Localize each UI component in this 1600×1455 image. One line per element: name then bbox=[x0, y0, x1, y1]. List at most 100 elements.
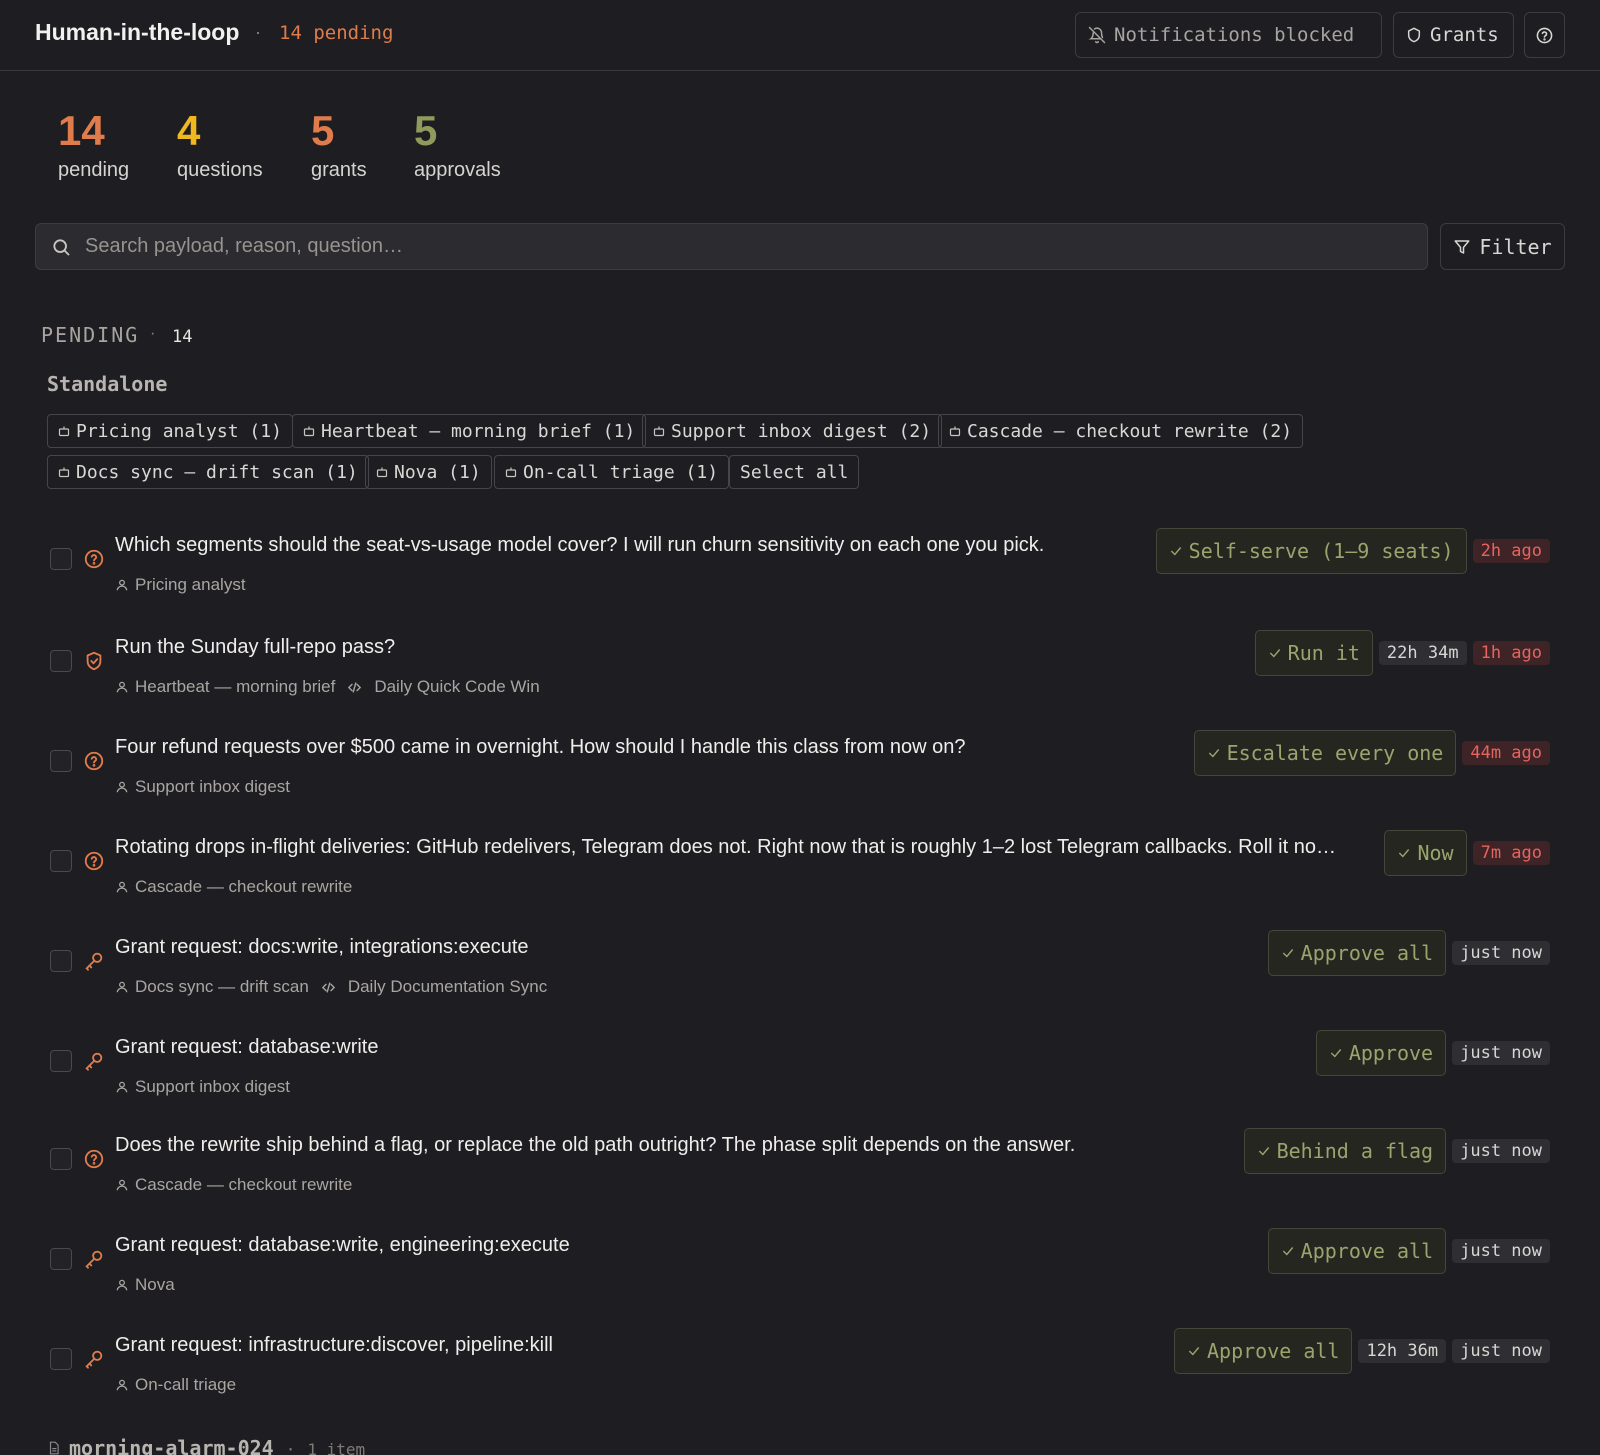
user-icon bbox=[116, 681, 128, 693]
check-icon bbox=[1282, 1247, 1293, 1256]
stat-value: 5 bbox=[414, 107, 438, 154]
item-checkbox[interactable] bbox=[50, 1248, 72, 1270]
search-box bbox=[35, 223, 1428, 270]
chip-nova[interactable]: Nova (1) bbox=[365, 455, 492, 489]
filter-button[interactable]: Filter bbox=[1440, 223, 1565, 270]
stat-value: 5 bbox=[311, 107, 335, 154]
stat-label: approvals bbox=[414, 159, 501, 181]
bot-icon bbox=[376, 467, 388, 478]
age-badge: just now bbox=[1452, 1339, 1550, 1363]
item-actions: Approve all just now bbox=[1267, 1228, 1550, 1274]
notifications-blocked-button[interactable]: Notifications blocked bbox=[1075, 12, 1382, 58]
action-label: Approve all bbox=[1300, 1239, 1434, 1263]
grants-button[interactable]: Grants bbox=[1393, 12, 1514, 58]
item-actions: Now 7m ago bbox=[1384, 830, 1550, 876]
stat-grants: 5 grants bbox=[311, 106, 367, 182]
item-checkbox[interactable] bbox=[50, 950, 72, 972]
item-actions: Self-serve (1–9 seats) 2h ago bbox=[1155, 528, 1550, 574]
item-checkbox[interactable] bbox=[50, 1050, 72, 1072]
approve-all-button[interactable]: Approve all bbox=[1267, 930, 1447, 976]
group-name: morning-alarm-024 bbox=[69, 1436, 274, 1455]
search-icon bbox=[53, 238, 70, 255]
timer-badge: 12h 36m bbox=[1358, 1339, 1447, 1363]
item-agent: Nova bbox=[135, 1275, 175, 1294]
chip-label: Cascade — checkout rewrite (2) bbox=[967, 420, 1293, 442]
chip-support-inbox[interactable]: Support inbox digest (2) bbox=[642, 414, 943, 448]
question-icon bbox=[84, 549, 104, 569]
list-item: Four refund requests over $500 came in o… bbox=[40, 718, 1560, 818]
quick-answer-button[interactable]: Run it bbox=[1254, 630, 1373, 676]
grants-label: Grants bbox=[1430, 24, 1499, 46]
item-checkbox[interactable] bbox=[50, 750, 72, 772]
item-checkbox[interactable] bbox=[50, 548, 72, 570]
item-agent: Cascade — checkout rewrite bbox=[135, 877, 353, 896]
item-text: Run the Sunday full-repo pass? bbox=[115, 636, 396, 658]
chip-heartbeat[interactable]: Heartbeat — morning brief (1) bbox=[292, 414, 647, 448]
item-meta: Support inbox digest bbox=[115, 1077, 290, 1097]
quick-answer-button[interactable]: Escalate every one bbox=[1193, 730, 1457, 776]
user-icon bbox=[116, 981, 128, 993]
approve-all-button[interactable]: Approve all bbox=[1267, 1228, 1447, 1274]
bot-icon bbox=[58, 467, 70, 478]
chip-label: Heartbeat — morning brief (1) bbox=[321, 420, 636, 442]
item-actions: Approve all 12h 36m just now bbox=[1174, 1328, 1550, 1374]
age-badge: just now bbox=[1452, 1041, 1550, 1065]
workflow-label: Daily Documentation Sync bbox=[347, 977, 548, 996]
filter-icon bbox=[1454, 239, 1470, 254]
help-button[interactable] bbox=[1524, 12, 1565, 58]
check-icon bbox=[1269, 649, 1280, 658]
pending-count: 14 pending bbox=[279, 22, 394, 44]
chip-pricing-analyst[interactable]: Pricing analyst (1) bbox=[47, 414, 293, 448]
select-all-button[interactable]: Select all bbox=[729, 455, 860, 489]
item-actions: Approve just now bbox=[1315, 1030, 1550, 1076]
search-input[interactable] bbox=[85, 235, 1385, 258]
list-item: Grant request: infrastructure:discover, … bbox=[40, 1316, 1560, 1416]
item-agent: Pricing analyst bbox=[135, 575, 246, 594]
chip-docs-sync[interactable]: Docs sync — drift scan (1) bbox=[47, 455, 369, 489]
item-meta: Nova bbox=[115, 1275, 175, 1295]
stat-questions: 4 questions bbox=[177, 106, 263, 182]
group-header-morning-alarm[interactable]: morning-alarm-024 · 1 item bbox=[47, 1436, 365, 1455]
code-icon bbox=[321, 981, 335, 993]
approve-button[interactable]: Approve bbox=[1315, 1030, 1447, 1076]
list-item: Grant request: database:write, engineeri… bbox=[40, 1216, 1560, 1316]
key-icon bbox=[85, 1052, 103, 1071]
item-actions: Approve all just now bbox=[1267, 930, 1550, 976]
chip-on-call-triage[interactable]: On-call triage (1) bbox=[494, 455, 730, 489]
item-agent: Support inbox digest bbox=[135, 777, 290, 796]
stat-value: 4 bbox=[177, 107, 201, 154]
user-icon bbox=[116, 881, 128, 893]
quick-answer-button[interactable]: Behind a flag bbox=[1243, 1128, 1447, 1174]
list-item: Does the rewrite ship behind a flag, or … bbox=[40, 1116, 1560, 1216]
item-text: Rotating drops in-flight deliveries: Git… bbox=[115, 836, 1336, 858]
item-checkbox[interactable] bbox=[50, 850, 72, 872]
section-separator: · bbox=[150, 325, 156, 342]
action-label: Self-serve (1–9 seats) bbox=[1188, 539, 1454, 563]
quick-answer-button[interactable]: Self-serve (1–9 seats) bbox=[1155, 528, 1467, 574]
question-icon bbox=[84, 1149, 104, 1169]
chip-label: Nova (1) bbox=[394, 461, 481, 483]
chip-cascade[interactable]: Cascade — checkout rewrite (2) bbox=[938, 414, 1304, 448]
item-meta: On-call triage bbox=[115, 1375, 236, 1395]
stat-label: grants bbox=[311, 159, 367, 181]
user-icon bbox=[116, 1279, 128, 1291]
item-actions: Escalate every one 44m ago bbox=[1193, 730, 1550, 776]
chip-label: Docs sync — drift scan (1) bbox=[76, 461, 358, 483]
item-checkbox[interactable] bbox=[50, 1348, 72, 1370]
app-title: Human-in-the-loop bbox=[35, 19, 240, 45]
list-item: Grant request: database:write Support in… bbox=[40, 1018, 1560, 1118]
chip-label: On-call triage (1) bbox=[523, 461, 719, 483]
user-icon bbox=[116, 1179, 128, 1191]
stat-label: pending bbox=[58, 159, 130, 181]
item-meta: Cascade — checkout rewrite bbox=[115, 877, 352, 897]
timer-badge: 22h 34m bbox=[1378, 641, 1467, 665]
quick-answer-button[interactable]: Now bbox=[1384, 830, 1467, 876]
action-label: Now bbox=[1417, 841, 1454, 865]
approve-all-button[interactable]: Approve all bbox=[1174, 1328, 1353, 1374]
item-checkbox[interactable] bbox=[50, 650, 72, 672]
item-text: Does the rewrite ship behind a flag, or … bbox=[115, 1134, 1076, 1156]
item-checkbox[interactable] bbox=[50, 1148, 72, 1170]
question-icon bbox=[84, 751, 104, 771]
stat-approvals: 5 approvals bbox=[414, 106, 501, 182]
chip-label: Pricing analyst (1) bbox=[76, 420, 282, 442]
